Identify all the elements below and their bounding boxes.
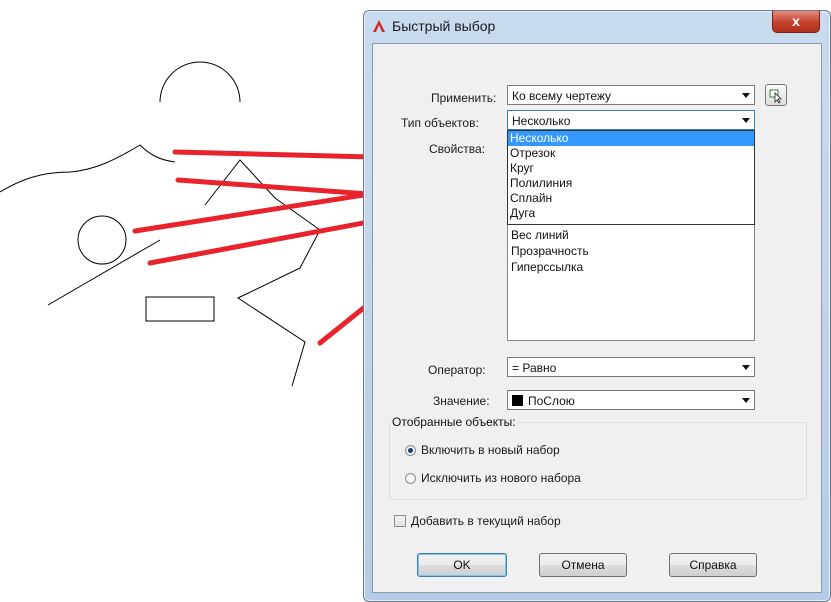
dropdown-item[interactable]: Сплайн	[508, 191, 754, 206]
list-item[interactable]: Прозрачность	[511, 244, 589, 258]
cancel-button[interactable]: Отмена	[539, 553, 627, 577]
object-type-value: Несколько	[512, 114, 571, 128]
exclude-radio[interactable]	[405, 473, 416, 484]
include-label[interactable]: Включить в новый набор	[421, 443, 560, 457]
apply-value: Ко всему чертежу	[512, 89, 612, 103]
apply-label: Применить:	[431, 91, 497, 105]
operator-combo[interactable]: = Равно	[507, 357, 755, 377]
cad-polyline	[0, 144, 176, 193]
help-button[interactable]: Справка	[669, 553, 757, 577]
list-item[interactable]: Гиперссылка	[511, 260, 583, 274]
value-value: ПоСлою	[528, 394, 575, 408]
dropdown-item[interactable]: Отрезок	[508, 146, 754, 161]
append-label[interactable]: Добавить в текущий набор	[411, 514, 561, 528]
quick-select-dialog: Быстрый выбор x Применить: Ко всему черт…	[363, 10, 831, 602]
include-radio[interactable]	[405, 445, 416, 456]
color-swatch	[512, 395, 523, 406]
dropdown-item[interactable]: Полилиния	[508, 176, 754, 191]
object-type-label: Тип объектов:	[401, 116, 479, 130]
window-title: Быстрый выбор	[392, 18, 496, 34]
operator-label: Оператор:	[428, 363, 486, 377]
operator-value: = Равно	[512, 361, 557, 375]
append-checkbox[interactable]	[394, 515, 406, 527]
dropdown-item[interactable]: Дуга	[508, 206, 754, 221]
title-bar[interactable]: Быстрый выбор x	[364, 11, 830, 41]
select-objects-icon	[769, 89, 782, 104]
list-item[interactable]: Вес линий	[511, 228, 569, 242]
chevron-down-icon	[742, 365, 750, 370]
cad-line	[47, 239, 161, 306]
value-content: ПоСлою	[512, 394, 575, 408]
cad-drawing	[0, 61, 321, 387]
dropdown-item[interactable]: Круг	[508, 161, 754, 176]
chevron-down-icon	[742, 118, 750, 123]
apply-combo[interactable]: Ко всему чертежу	[507, 85, 755, 105]
exclude-label[interactable]: Исключить из нового набора	[421, 471, 581, 485]
close-button[interactable]: x	[772, 11, 820, 33]
cad-arc	[159, 61, 241, 103]
cad-polyline-right	[204, 159, 321, 387]
cad-circle	[77, 215, 127, 265]
object-type-combo[interactable]: Несколько	[507, 110, 755, 130]
dropdown-item[interactable]: Несколько	[508, 131, 754, 146]
cad-rectangle	[145, 296, 215, 322]
chevron-down-icon	[742, 398, 750, 403]
properties-label: Свойства:	[429, 142, 486, 156]
dialog-content: Применить: Ко всему чертежу Тип объектов…	[372, 43, 822, 593]
selected-objects-group	[389, 422, 807, 500]
value-label: Значение:	[433, 394, 490, 408]
object-type-dropdown[interactable]: Несколько Отрезок Круг Полилиния Сплайн …	[507, 130, 755, 225]
chevron-down-icon	[742, 93, 750, 98]
select-objects-button[interactable]	[765, 84, 787, 106]
ok-button[interactable]: OK	[417, 553, 507, 577]
value-combo[interactable]: ПоСлою	[507, 390, 755, 410]
group-title: Отобранные объекты:	[391, 415, 517, 429]
autocad-logo-icon	[373, 20, 385, 32]
